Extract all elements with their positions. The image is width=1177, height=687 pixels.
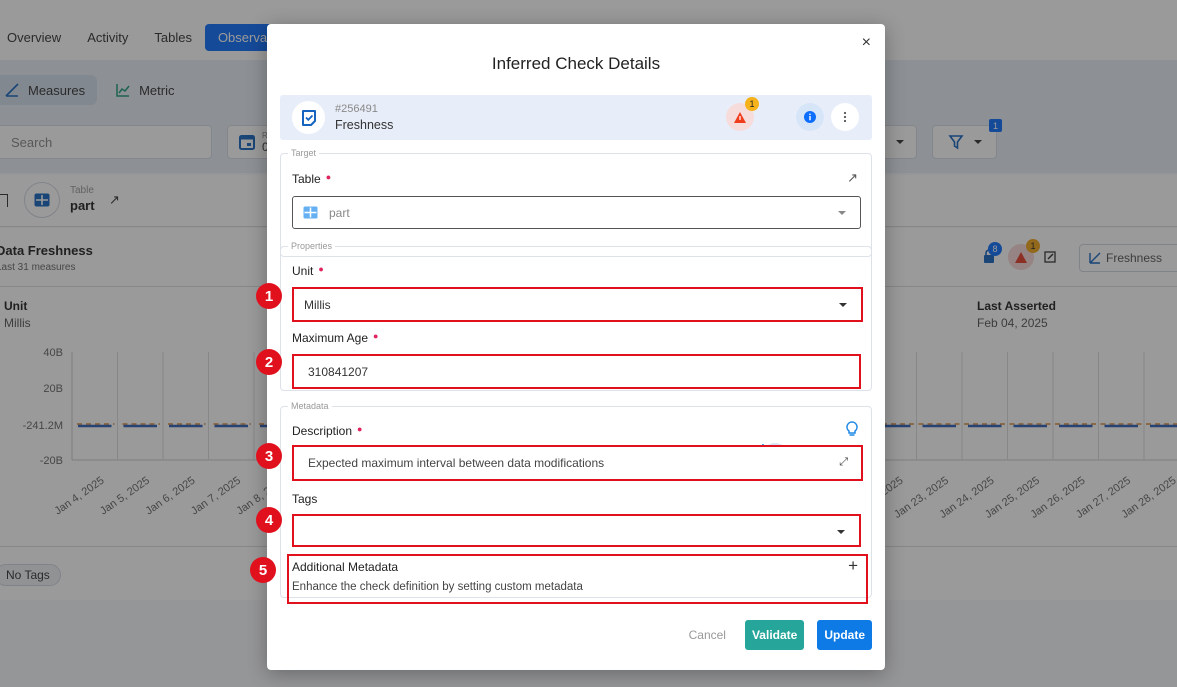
annotation-marker-2: 2 [256, 349, 282, 375]
properties-legend: Properties [291, 241, 333, 251]
caret-down-icon [839, 303, 847, 307]
unit-select[interactable]: Millis [292, 287, 863, 322]
inferred-check-modal: × Inferred Check Details #256491 Freshne… [267, 24, 885, 670]
tags-select[interactable] [292, 514, 861, 547]
kebab-menu-icon [843, 111, 847, 123]
info-button[interactable] [796, 103, 824, 131]
max-age-input[interactable]: 310841207 [292, 354, 861, 389]
metadata-section: Metadata Description ● Expected maximum i… [280, 401, 872, 604]
lightbulb-icon[interactable] [846, 421, 858, 437]
description-label-text: Description [292, 424, 353, 438]
info-icon [804, 111, 816, 123]
max-age-field-label: Maximum Age ● [292, 331, 378, 345]
tags-label-text: Tags [292, 492, 318, 506]
caret-down-icon [837, 530, 845, 534]
check-type-icon [292, 101, 325, 134]
open-table-link-icon[interactable]: ↗ [847, 170, 858, 186]
annotation-marker-3: 3 [256, 443, 282, 469]
annotation-marker-4: 4 [256, 507, 282, 533]
warning-icon [734, 111, 746, 123]
description-input[interactable]: Expected maximum interval between data m… [292, 445, 863, 481]
required-indicator: ● [357, 424, 363, 434]
modal-footer: Cancel Validate Update [683, 620, 872, 650]
max-age-value: 310841207 [308, 364, 369, 379]
required-indicator: ● [318, 264, 324, 274]
max-age-label-text: Maximum Age [292, 331, 369, 345]
add-metadata-plus-icon[interactable]: + [848, 556, 858, 576]
properties-section: Properties Unit ● Millis Maximum Age ● 310… [280, 241, 872, 391]
metadata-legend: Metadata [291, 401, 329, 411]
annotation-marker-5: 5 [250, 557, 276, 583]
close-icon[interactable]: × [862, 35, 871, 51]
anomaly-count-badge: 1 [745, 97, 759, 111]
check-actions: 1 [726, 97, 859, 471]
update-button[interactable]: Update [817, 620, 872, 650]
anomaly-warning-button[interactable]: 1 [726, 97, 759, 131]
check-name: Freshness [335, 118, 394, 132]
unit-label-text: Unit [292, 264, 314, 278]
required-indicator: ● [325, 172, 332, 182]
expand-icon[interactable]: ⤢ [839, 456, 848, 469]
target-legend: Target [291, 148, 317, 158]
check-header: #256491 Freshness 1 [280, 95, 872, 471]
description-field-label: Description ● [292, 424, 362, 438]
cancel-button[interactable]: Cancel [683, 628, 732, 642]
table-field-label: Table ● [292, 172, 331, 186]
caret-down-icon [838, 211, 846, 215]
required-indicator: ● [373, 331, 379, 341]
unit-field-label: Unit ● [292, 264, 324, 278]
table-select[interactable]: part [292, 196, 861, 229]
check-id: #256491 [335, 103, 378, 115]
additional-metadata-title: Additional Metadata [292, 560, 399, 574]
description-value: Expected maximum interval between data m… [308, 456, 605, 470]
tags-field-label: Tags [292, 492, 317, 506]
validate-button[interactable]: Validate [744, 620, 805, 650]
additional-metadata: Additional Metadata Enhance the check de… [287, 554, 868, 604]
table-grid-icon [303, 206, 318, 219]
modal-title: Inferred Check Details [491, 54, 661, 73]
annotation-marker-1: 1 [256, 283, 282, 309]
table-label-text: Table [292, 172, 321, 186]
table-select-value: part [329, 205, 350, 220]
more-options-button[interactable] [831, 103, 859, 131]
additional-metadata-subtitle: Enhance the check definition by setting … [292, 581, 583, 593]
unit-select-value: Millis [304, 297, 331, 312]
